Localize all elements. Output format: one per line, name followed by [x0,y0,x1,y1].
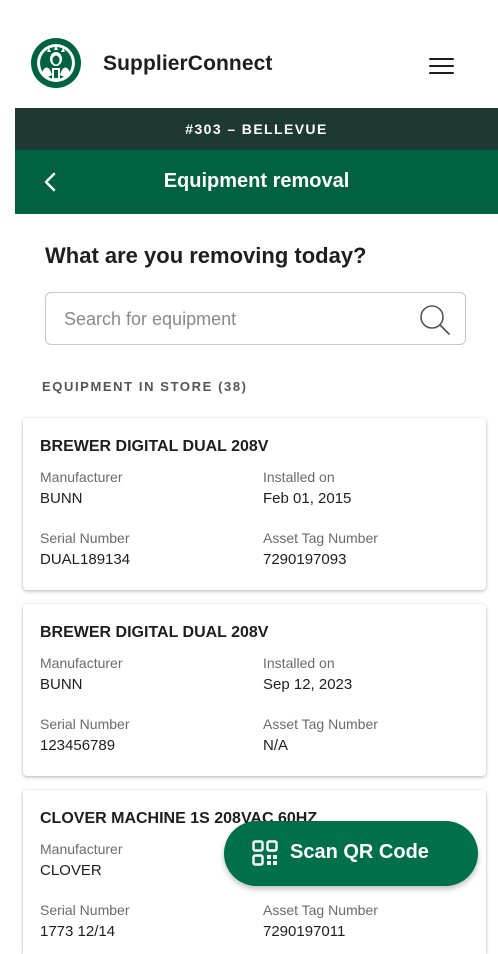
field-label: Serial Number [40,716,130,732]
app-header: SupplierConnect [0,0,498,108]
serial-field: Serial Number 123456789 [40,716,129,754]
equipment-card[interactable]: BREWER DIGITAL DUAL 208V Manufacturer BU… [23,418,486,590]
section-label: EQUIPMENT IN STORE (38) [42,379,248,394]
field-value: Sep 12, 2023 [263,676,353,693]
serial-field: Serial Number 1773 12/14 [40,902,129,940]
field-value: 7290197011 [263,923,346,940]
search-icon[interactable] [419,304,451,336]
manufacturer-field: Manufacturer BUNN [40,469,122,507]
page-title: Equipment removal [163,170,350,192]
question-heading: What are you removing today? [45,243,367,268]
field-value: BUNN [40,490,83,507]
equipment-name: BREWER DIGITAL DUAL 208V [40,624,269,641]
siren-logo-icon[interactable] [30,37,82,89]
hamburger-menu-icon[interactable] [426,52,458,80]
field-value: 7290197093 [263,551,347,568]
field-label: Serial Number [40,530,130,546]
scan-qr-code-button[interactable]: Scan QR Code [224,821,478,886]
field-value: N/A [263,737,289,754]
manufacturer-field: Manufacturer CLOVER [40,841,122,879]
field-value: BUNN [40,676,83,693]
field-value: DUAL189134 [40,551,131,568]
field-label: Installed on [263,469,335,485]
field-value: Feb 01, 2015 [263,490,352,507]
field-label: Asset Tag Number [263,716,378,732]
field-label: Asset Tag Number [263,902,378,918]
store-label: #303 – BELLEVUE [15,108,498,150]
asset-tag-field: Asset Tag Number N/A [263,716,378,754]
field-label: Manufacturer [40,841,123,857]
installed-field: Installed on Feb 01, 2015 [263,469,351,507]
nav-bar: Equipment removal [15,150,498,214]
field-value: 1773 12/14 [40,923,116,940]
field-label: Installed on [263,655,335,671]
field-label: Serial Number [40,902,130,918]
qr-code-icon [252,840,278,866]
field-value: 123456789 [40,737,116,754]
field-value: CLOVER [40,862,102,879]
app-title: SupplierConnect [103,52,273,75]
manufacturer-field: Manufacturer BUNN [40,655,122,693]
scan-qr-code-label: Scan QR Code [290,841,429,863]
asset-tag-field: Asset Tag Number 7290197093 [263,530,378,568]
field-label: Manufacturer [40,655,123,671]
asset-tag-field: Asset Tag Number 7290197011 [263,902,378,940]
installed-field: Installed on Sep 12, 2023 [263,655,352,693]
field-label: Asset Tag Number [263,530,378,546]
equipment-card[interactable]: BREWER DIGITAL DUAL 208V Manufacturer BU… [23,604,486,776]
search-input[interactable] [64,305,404,333]
equipment-name: BREWER DIGITAL DUAL 208V [40,438,269,455]
search-box [45,292,466,345]
serial-field: Serial Number DUAL189134 [40,530,130,568]
field-label: Manufacturer [40,469,123,485]
